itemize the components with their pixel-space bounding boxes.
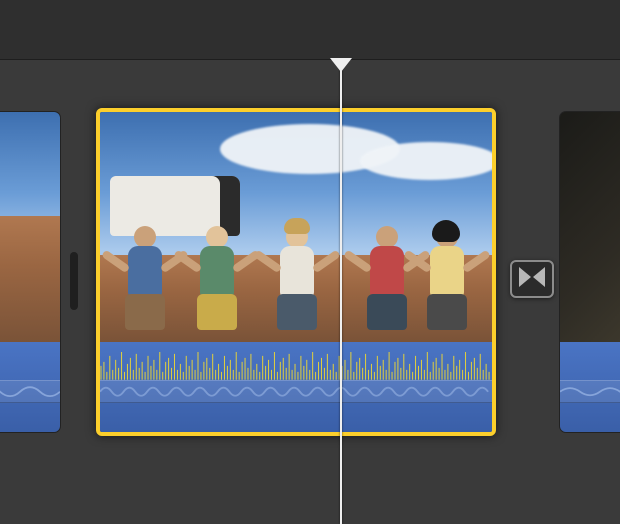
- transition-b-c[interactable]: [510, 260, 554, 298]
- clip-c-audio-waveform[interactable]: [560, 342, 620, 432]
- clip-b-thumbnail: [100, 112, 492, 342]
- clip-trim-handle[interactable]: [70, 252, 78, 310]
- clip-c[interactable]: [560, 112, 620, 432]
- clip-a-thumbnail: [0, 112, 60, 342]
- clip-c-thumbnail: [560, 112, 620, 342]
- video-track[interactable]: [0, 112, 620, 462]
- transition-icon: [518, 266, 546, 293]
- people-group: [100, 204, 492, 331]
- clip-b[interactable]: [96, 108, 496, 436]
- timeline[interactable]: [0, 60, 620, 524]
- toolbar: [0, 0, 620, 60]
- clip-b-audio-waveform[interactable]: [100, 342, 492, 432]
- clip-a-audio-waveform[interactable]: [0, 342, 60, 432]
- clip-a[interactable]: [0, 112, 60, 432]
